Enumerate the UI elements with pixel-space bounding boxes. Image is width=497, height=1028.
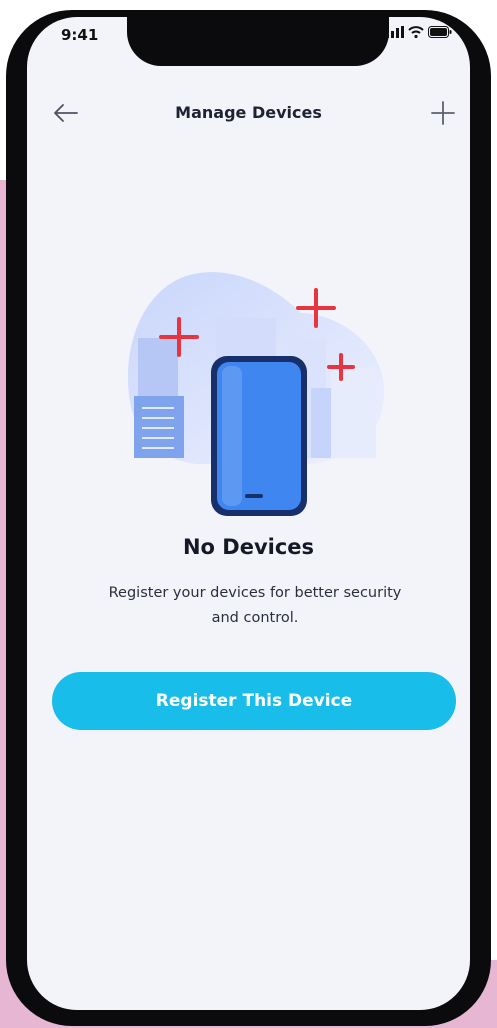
add-device-button[interactable] xyxy=(428,98,458,128)
register-device-button[interactable]: Register This Device xyxy=(52,672,456,730)
cellular-signal-icon xyxy=(386,26,404,38)
empty-state-description: Register your devices for better securit… xyxy=(108,585,402,626)
phone-notch xyxy=(127,16,389,66)
status-time: 9:41 xyxy=(61,26,99,44)
plus-icon xyxy=(431,101,455,125)
status-icons xyxy=(386,26,452,38)
wifi-icon xyxy=(408,26,424,38)
page-title: Manage Devices xyxy=(175,103,322,122)
no-devices-illustration xyxy=(128,272,385,516)
empty-state-title: No Devices xyxy=(182,535,315,559)
battery-icon xyxy=(428,26,452,38)
